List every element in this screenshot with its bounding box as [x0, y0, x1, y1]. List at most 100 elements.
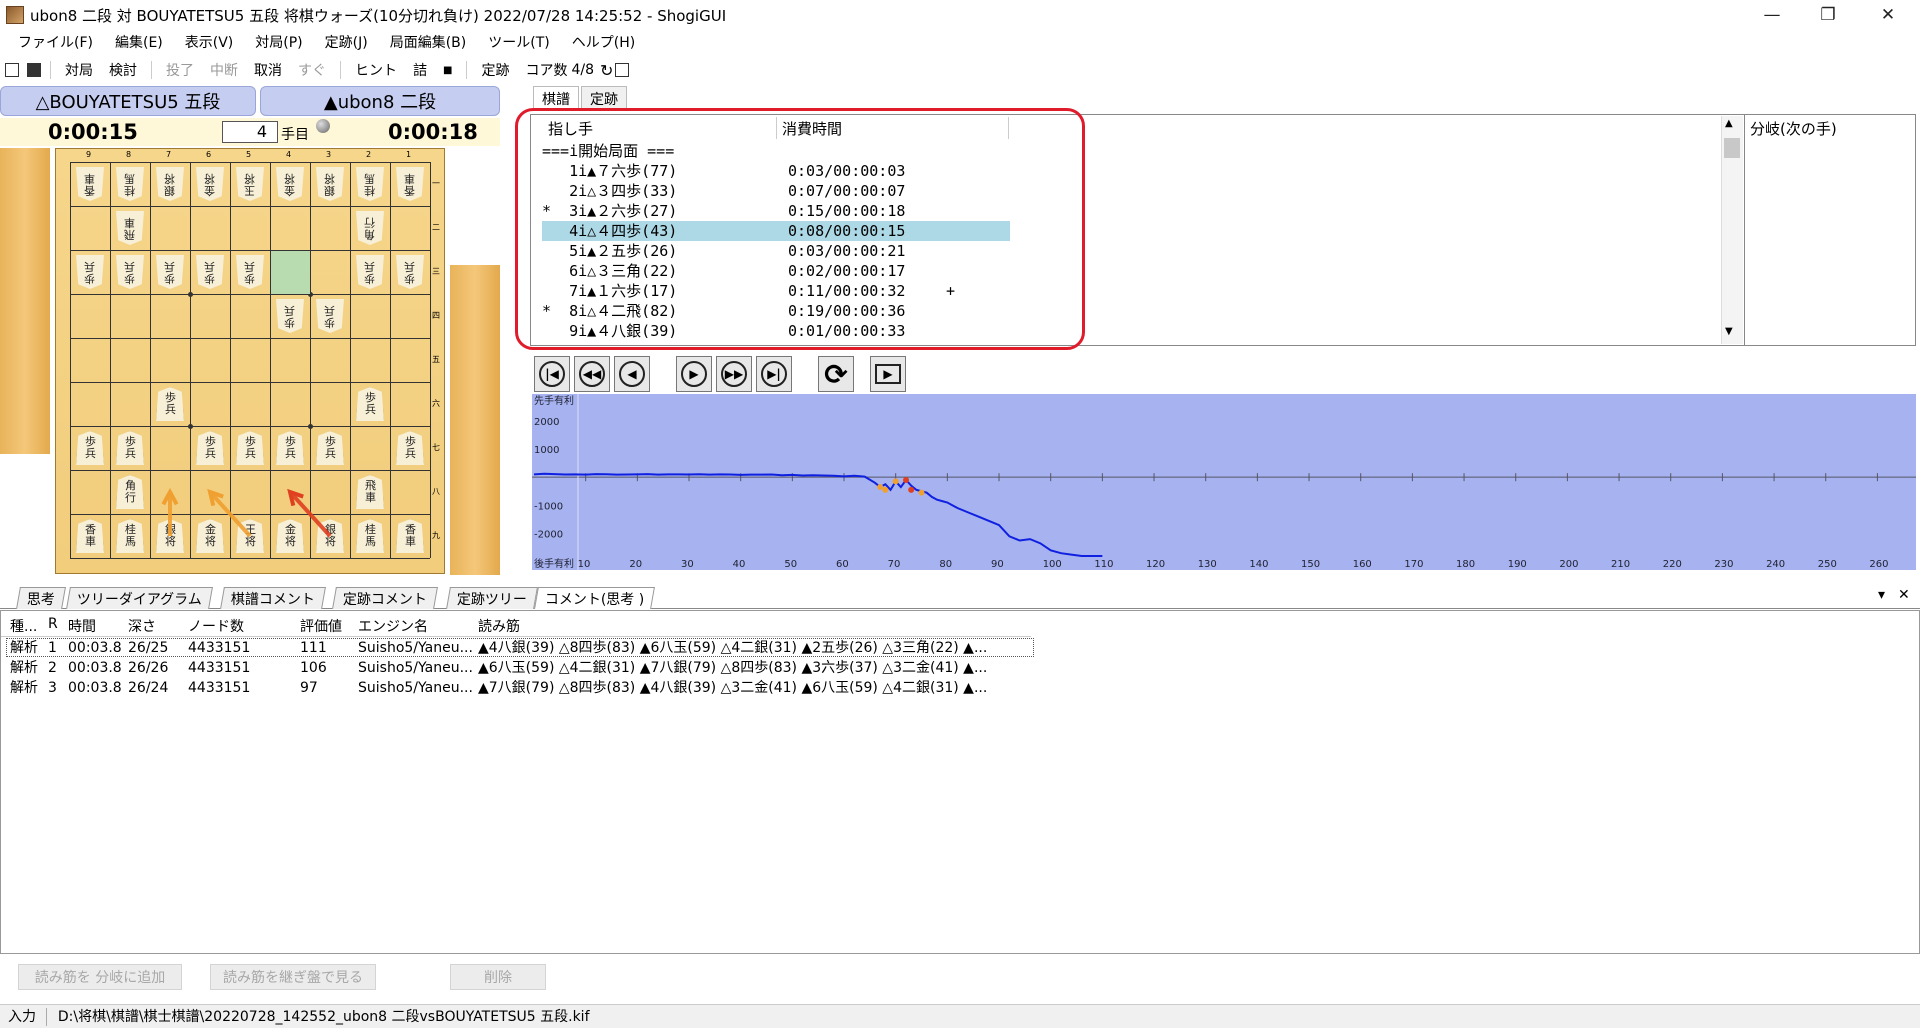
menu-joseki[interactable]: 定跡(J)	[325, 32, 368, 52]
tab-joseki[interactable]: 定跡	[581, 86, 627, 108]
pv-cell-time[interactable]: 00:03.8	[68, 678, 122, 698]
tab-thinking[interactable]: 思考	[16, 587, 66, 609]
gote-piece[interactable]: 歩兵	[316, 299, 344, 333]
checkbox-icon[interactable]	[615, 63, 630, 77]
rotate-button[interactable]: ⟳	[818, 356, 854, 392]
joseki-button[interactable]: 定跡	[473, 60, 517, 80]
pv-cell-pv[interactable]: ▲6八玉(59) △4二銀(31) ▲7八銀(79) △8四歩(83) ▲3六歩…	[478, 658, 987, 678]
menu-game[interactable]: 対局(P)	[255, 32, 302, 52]
menu-view[interactable]: 表示(V)	[185, 32, 234, 52]
tab-kifu[interactable]: 棋譜	[533, 86, 579, 108]
gote-piece[interactable]: 金将	[196, 167, 224, 201]
forward-one-button[interactable]: ▶	[676, 356, 712, 392]
pv-cell-eval[interactable]: 106	[300, 658, 327, 678]
rotate-board-icon[interactable]: ↻	[600, 61, 613, 80]
gote-piece[interactable]: 香車	[76, 167, 104, 201]
pane-close-icon[interactable]: ✕	[1898, 587, 1910, 603]
add-pv-to-branch-button[interactable]: 読み筋を 分岐に追加	[18, 964, 182, 990]
sente-piece[interactable]: 飛車	[356, 475, 384, 509]
sente-piece[interactable]: 桂馬	[356, 519, 384, 553]
sente-piece[interactable]: 桂馬	[116, 519, 144, 553]
pv-cell-time[interactable]: 00:03.8	[68, 638, 122, 658]
pv-cell-r[interactable]: 3	[48, 678, 57, 698]
sente-piece[interactable]: 歩兵	[156, 387, 184, 421]
interrupt-button[interactable]: 中断	[202, 60, 246, 80]
gote-piece[interactable]: 飛車	[116, 211, 144, 245]
sente-piece[interactable]: 歩兵	[396, 431, 424, 465]
pv-cell-nodes[interactable]: 4433151	[188, 658, 250, 678]
gote-piece[interactable]: 角行	[356, 211, 384, 245]
sente-piece-stand[interactable]	[450, 265, 500, 575]
pv-cell-time[interactable]: 00:03.8	[68, 658, 122, 678]
pv-header-time[interactable]: 時間	[68, 616, 96, 636]
menu-help[interactable]: ヘルプ(H)	[572, 32, 635, 52]
sente-piece[interactable]: 香車	[76, 519, 104, 553]
pv-cell-depth[interactable]: 26/24	[128, 678, 168, 698]
pv-header-depth[interactable]: 深さ	[128, 616, 156, 636]
pv-header-nodes[interactable]: ノード数	[188, 616, 244, 636]
gote-piece[interactable]: 金将	[276, 167, 304, 201]
pv-header-rank[interactable]: R	[48, 616, 58, 632]
pv-cell-nodes[interactable]: 4433151	[188, 638, 250, 658]
sente-piece[interactable]: 角行	[116, 475, 144, 509]
pv-cell-depth[interactable]: 26/25	[128, 638, 168, 658]
gote-piece[interactable]: 香車	[396, 167, 424, 201]
sente-piece[interactable]: 香車	[396, 519, 424, 553]
gote-piece[interactable]: 歩兵	[76, 255, 104, 289]
forward-ten-button[interactable]: ▶▶	[716, 356, 752, 392]
sente-piece[interactable]: 歩兵	[116, 431, 144, 465]
tab-joseki-tree[interactable]: 定跡ツリー	[446, 587, 538, 609]
sente-piece[interactable]: 歩兵	[356, 387, 384, 421]
menu-file[interactable]: ファイル(F)	[18, 32, 93, 52]
pv-header-eval[interactable]: 評価値	[300, 616, 342, 636]
evaluation-chart[interactable]: 10 20 30 40 50 60 70 80 90 100 110 120 130 140 150 160 1…	[532, 394, 1916, 570]
pv-cell-kind[interactable]: 解析	[10, 678, 38, 698]
menu-edit[interactable]: 編集(E)	[115, 32, 163, 52]
pv-cell-eval[interactable]: 111	[300, 638, 327, 658]
gote-piece[interactable]: 歩兵	[196, 255, 224, 289]
save-icon[interactable]	[27, 63, 41, 77]
sente-piece[interactable]: 金将	[196, 519, 224, 553]
delete-pv-button[interactable]: 削除	[450, 964, 546, 990]
study-button[interactable]: 検討	[101, 60, 145, 80]
gote-piece[interactable]: 歩兵	[236, 255, 264, 289]
last-move-button[interactable]: ▶|	[756, 356, 792, 392]
gote-piece[interactable]: 歩兵	[356, 255, 384, 289]
gote-piece[interactable]: 歩兵	[276, 299, 304, 333]
scroll-thumb[interactable]	[1724, 138, 1740, 158]
pv-cell-eval[interactable]: 97	[300, 678, 318, 698]
pv-cell-engine[interactable]: Suisho5/Yaneu...	[358, 678, 473, 698]
sente-piece[interactable]: 歩兵	[236, 431, 264, 465]
pv-header-pv[interactable]: 読み筋	[478, 616, 520, 636]
tab-joseki-comment[interactable]: 定跡コメント	[332, 587, 438, 609]
play-button[interactable]: 対局	[57, 60, 101, 80]
back-ten-button[interactable]: ◀◀	[574, 356, 610, 392]
mate-search-button[interactable]: 詰	[405, 60, 435, 80]
scroll-up-icon[interactable]: ▲	[1725, 118, 1733, 129]
pv-cell-nodes[interactable]: 4433151	[188, 678, 250, 698]
gote-piece[interactable]: 歩兵	[116, 255, 144, 289]
pv-header-kind[interactable]: 種...	[10, 616, 37, 636]
move-now-button[interactable]: すぐ	[290, 60, 334, 80]
sente-piece[interactable]: 歩兵	[276, 431, 304, 465]
gote-piece[interactable]: 歩兵	[396, 255, 424, 289]
gote-piece[interactable]: 歩兵	[156, 255, 184, 289]
sente-piece[interactable]: 歩兵	[316, 431, 344, 465]
scroll-down-icon[interactable]: ▼	[1725, 326, 1733, 337]
hint-button[interactable]: ヒント	[347, 60, 405, 80]
gote-piece[interactable]: 桂馬	[356, 167, 384, 201]
sente-piece[interactable]: 歩兵	[196, 431, 224, 465]
pv-cell-depth[interactable]: 26/26	[128, 658, 168, 678]
gote-piece[interactable]: 銀将	[316, 167, 344, 201]
pv-cell-kind[interactable]: 解析	[10, 658, 38, 678]
tab-kifu-comment[interactable]: 棋譜コメント	[220, 587, 326, 609]
pv-cell-engine[interactable]: Suisho5/Yaneu...	[358, 658, 473, 678]
view-pv-on-board-button[interactable]: 読み筋を継ぎ盤で見る	[210, 964, 376, 990]
sente-piece[interactable]: 金将	[276, 519, 304, 553]
autoplay-button[interactable]: ▶	[870, 356, 906, 392]
pv-cell-engine[interactable]: Suisho5/Yaneu...	[358, 638, 473, 658]
branch-list[interactable]	[1744, 114, 1916, 346]
pane-menu-icon[interactable]: ▾	[1878, 587, 1885, 603]
board-grid[interactable]: 香車桂馬銀将金将玉将金将銀将桂馬香車飛車角行歩兵歩兵歩兵歩兵歩兵歩兵歩兵歩兵歩兵…	[70, 162, 431, 559]
gote-piece-stand[interactable]	[0, 148, 50, 454]
